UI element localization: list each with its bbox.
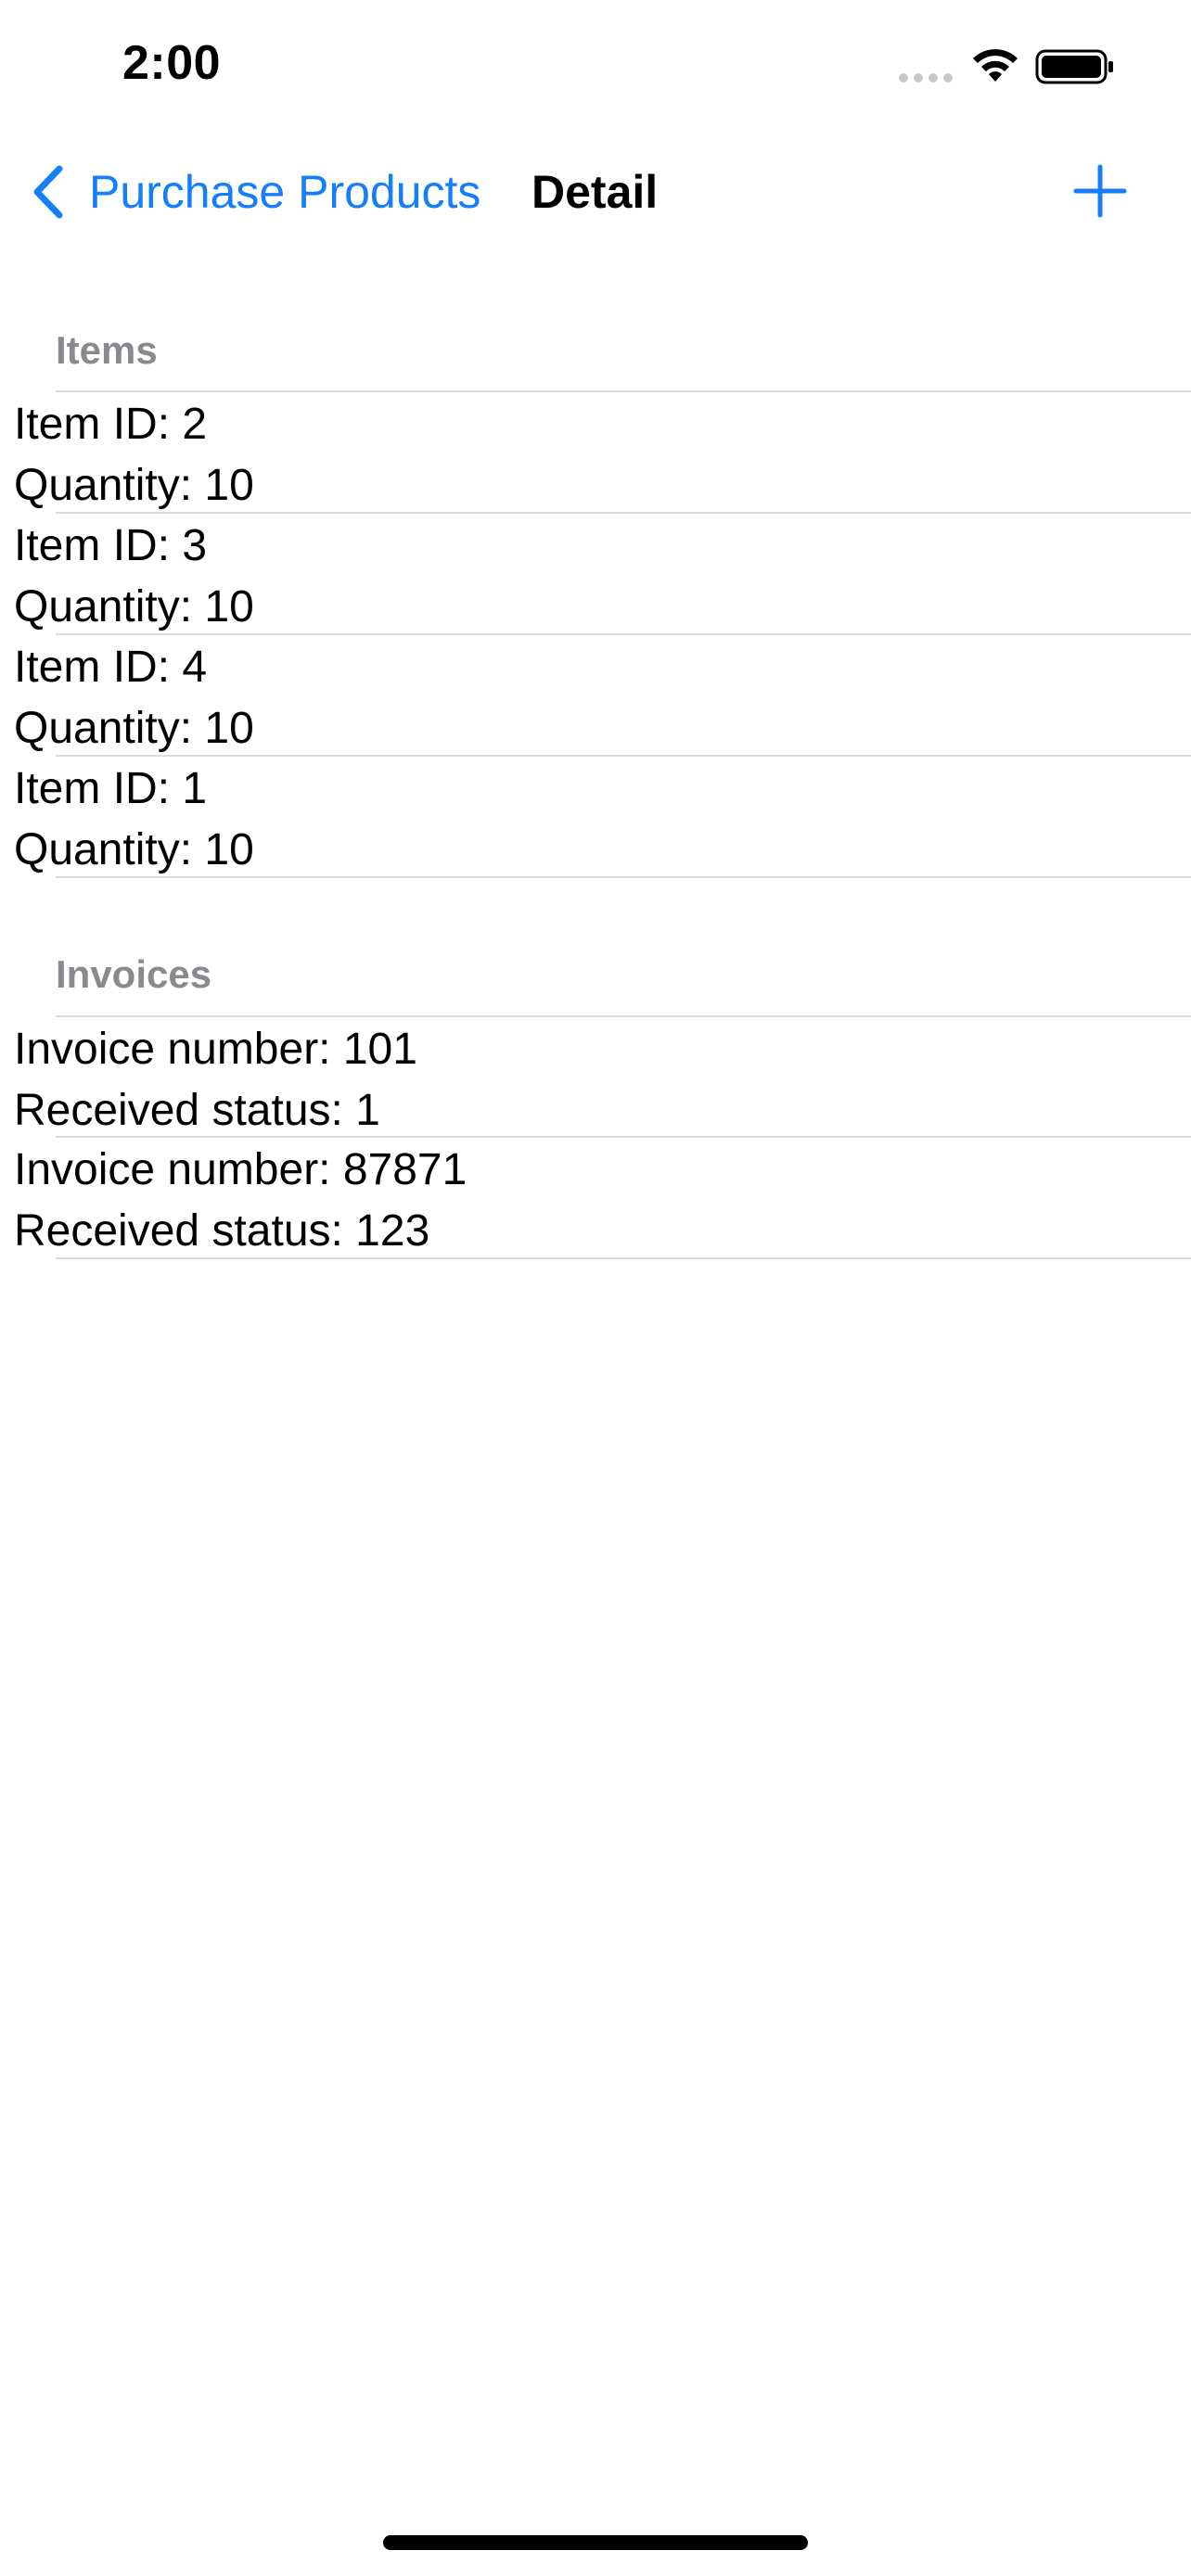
wifi-icon	[973, 49, 1018, 82]
home-indicator[interactable]	[383, 2535, 808, 2550]
plus-icon[interactable]	[1072, 163, 1128, 219]
invoice-number-label: Invoice number: 87871	[14, 1145, 467, 1194]
separator	[56, 1257, 1191, 1259]
received-status-label: Received status: 1	[14, 1086, 380, 1135]
item-id-label: Item ID: 1	[14, 764, 208, 813]
back-button-label: Purchase Products	[89, 166, 481, 218]
list-item[interactable]: Invoice number: 87871 Received status: 1…	[0, 1137, 1191, 1258]
separator	[56, 876, 1191, 878]
list-item[interactable]: Item ID: 1 Quantity: 10	[0, 756, 1191, 877]
section-header-invoices: Invoices	[56, 952, 212, 996]
signal-icon	[899, 73, 953, 83]
status-time: 2:00	[122, 36, 222, 90]
item-id-label: Item ID: 4	[14, 643, 208, 692]
list-item[interactable]: Item ID: 2 Quantity: 10	[0, 391, 1191, 513]
chevron-left-icon	[33, 165, 63, 219]
quantity-label: Quantity: 10	[14, 825, 254, 874]
list-item[interactable]: Item ID: 4 Quantity: 10	[0, 634, 1191, 756]
navigation-bar: Purchase Products Detail	[0, 139, 1191, 246]
quantity-label: Quantity: 10	[14, 704, 254, 753]
page-title: Detail	[531, 166, 659, 218]
section-header-items: Items	[56, 328, 158, 372]
item-id-label: Item ID: 2	[14, 400, 208, 449]
battery-icon	[1035, 49, 1113, 84]
back-button[interactable]: Purchase Products	[30, 159, 480, 224]
list-item[interactable]: Item ID: 3 Quantity: 10	[0, 513, 1191, 634]
received-status-label: Received status: 123	[14, 1206, 430, 1256]
list-item[interactable]: Invoice number: 101 Received status: 1	[0, 1016, 1191, 1138]
invoice-number-label: Invoice number: 101	[14, 1025, 417, 1074]
quantity-label: Quantity: 10	[14, 582, 254, 631]
quantity-label: Quantity: 10	[14, 461, 254, 510]
status-bar: 2:00	[0, 0, 1191, 130]
item-id-label: Item ID: 3	[14, 521, 208, 570]
